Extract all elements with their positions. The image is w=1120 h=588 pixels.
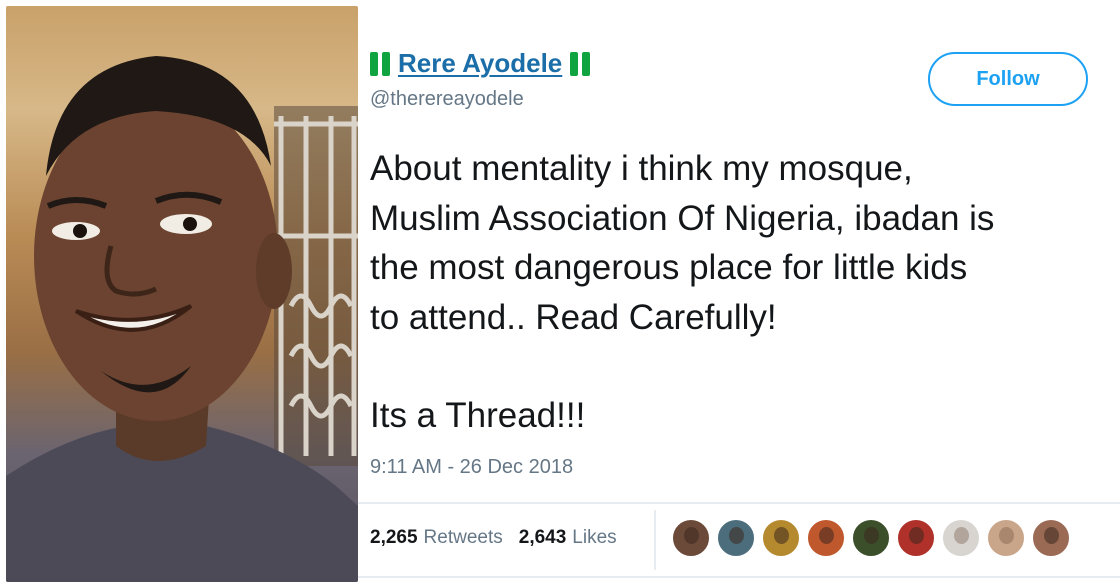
liker-avatar[interactable] <box>1032 519 1070 557</box>
tweet-text-line: to attend.. Read Carefully! <box>370 297 777 337</box>
liker-avatar[interactable] <box>807 519 845 557</box>
liker-avatar[interactable] <box>672 519 710 557</box>
author-display-name[interactable]: Rere Ayodele <box>398 48 562 79</box>
divider <box>358 502 1120 504</box>
tweet-timestamp[interactable]: 9:11 AM - 26 Dec 2018 <box>370 456 573 479</box>
profile-photo-illustration <box>6 56 358 582</box>
liker-avatar[interactable] <box>762 519 800 557</box>
retweets-count[interactable]: 2,265 <box>370 527 418 549</box>
likes-label[interactable]: Likes <box>572 527 616 549</box>
author-handle[interactable]: @therereayodele <box>370 88 524 111</box>
liked-by-avatars <box>672 519 1077 557</box>
stats-separator <box>654 510 656 570</box>
liker-avatar[interactable] <box>987 519 1025 557</box>
nigeria-flag-icon <box>570 51 591 76</box>
follow-button[interactable]: Follow <box>928 52 1088 106</box>
liker-avatar[interactable] <box>852 519 890 557</box>
tweet-body: About mentality i think my mosque, Musli… <box>370 144 1120 441</box>
engagement-stats: 2,265 Retweets 2,643 Likes <box>370 527 633 549</box>
tweet-text-closing: Its a Thread!!! <box>370 396 586 435</box>
divider <box>358 576 1120 578</box>
author-name-row[interactable]: Rere Ayodele <box>370 48 591 79</box>
tweet-text-line: About mentality i think my mosque, <box>370 149 913 188</box>
liker-avatar[interactable] <box>942 519 980 557</box>
likes-count[interactable]: 2,643 <box>519 527 567 549</box>
tweet-text-line: Muslim Association Of Nigeria, ibadan is <box>370 198 995 238</box>
retweets-label[interactable]: Retweets <box>424 527 503 549</box>
liker-avatar[interactable] <box>717 519 755 557</box>
tweet-text-line: the most dangerous place for little kids <box>370 248 968 287</box>
liker-avatar[interactable] <box>897 519 935 557</box>
nigeria-flag-icon <box>370 51 390 76</box>
profile-photo <box>6 6 358 582</box>
tweet-card: Rere Ayodele @therereayodele Follow Abou… <box>358 0 1120 588</box>
